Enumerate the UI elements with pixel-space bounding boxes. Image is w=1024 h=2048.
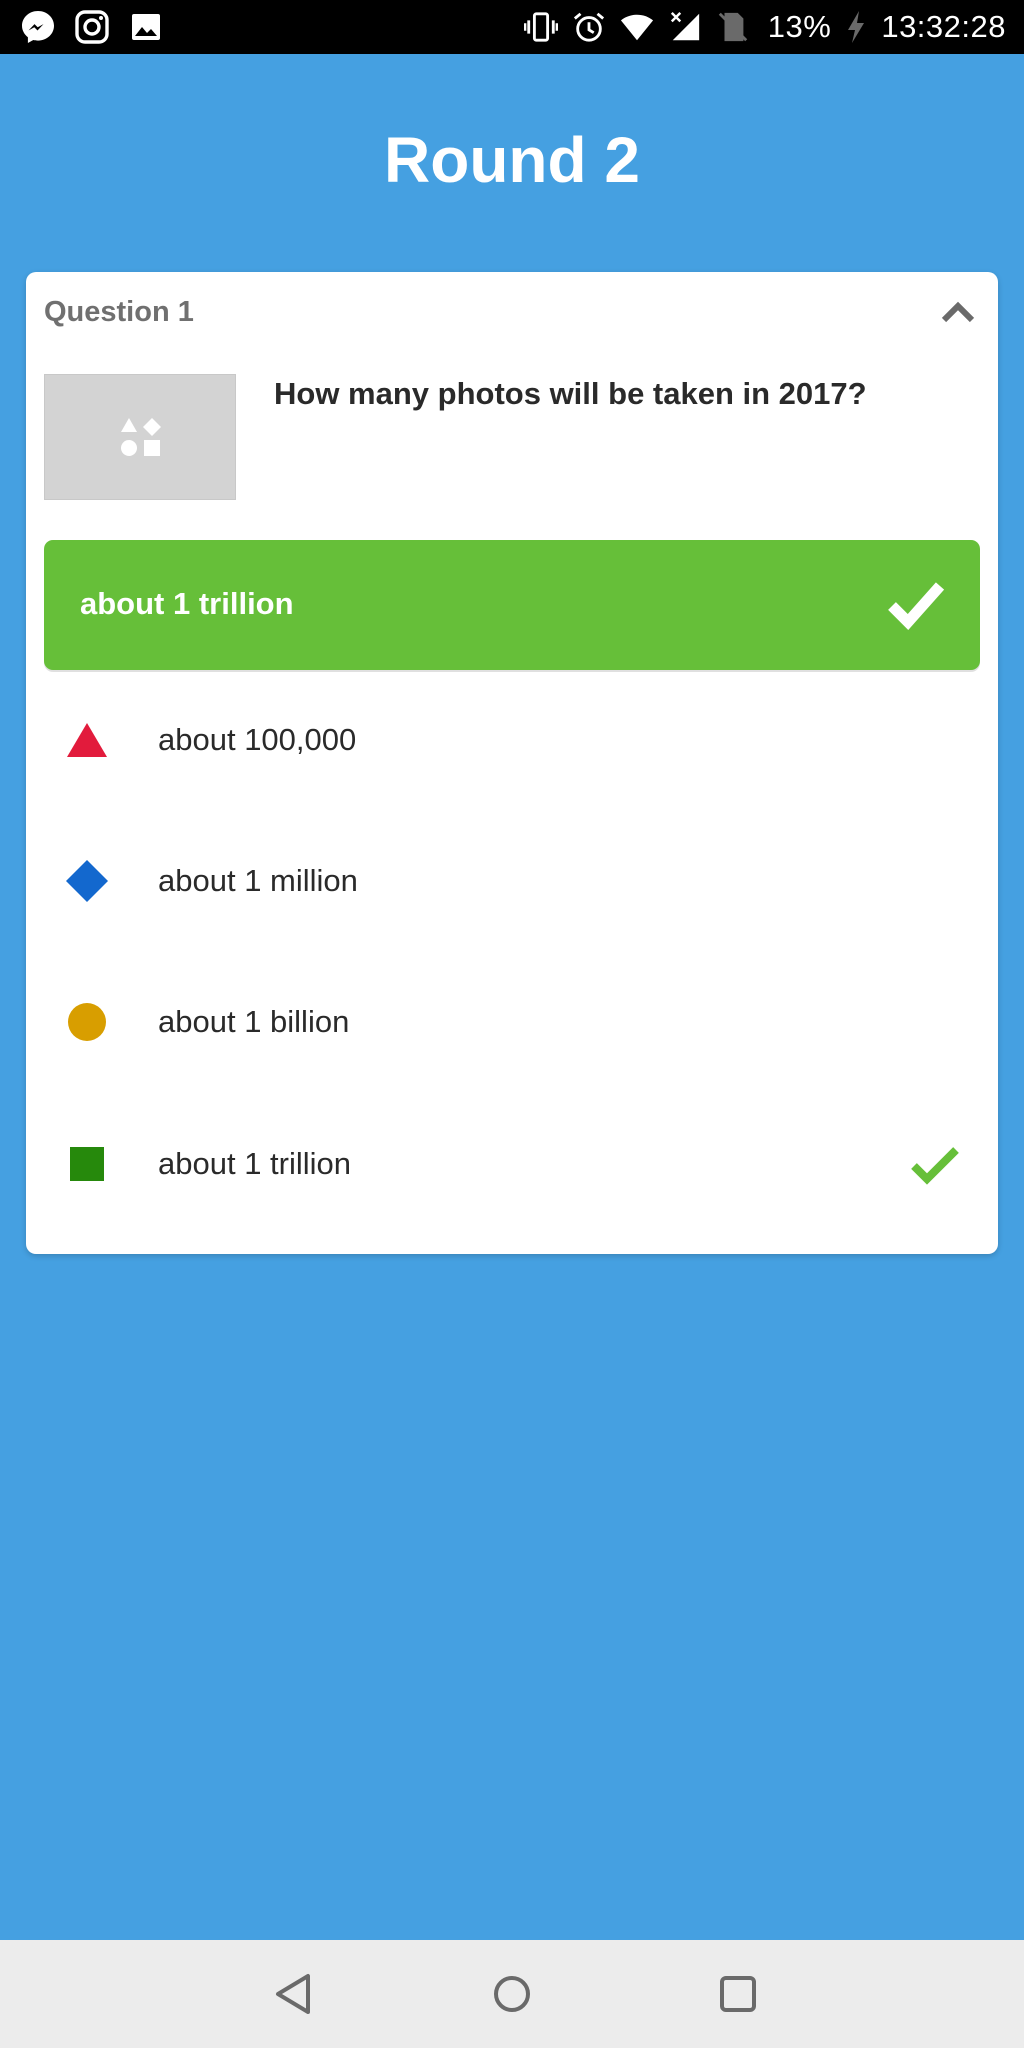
answer-text: about 1 trillion xyxy=(158,1146,352,1181)
chevron-up-icon[interactable] xyxy=(940,298,976,328)
navigation-bar xyxy=(0,1940,1024,2048)
signal-icon xyxy=(670,11,699,41)
status-bar: 13% 13:32:28 xyxy=(0,0,1024,54)
diamond-icon xyxy=(66,860,108,902)
back-icon[interactable] xyxy=(266,1966,322,2022)
instagram-icon xyxy=(75,10,109,44)
wifi-icon xyxy=(620,14,653,41)
question-number: Question 1 xyxy=(44,296,194,328)
answer-text: about 1 billion xyxy=(158,1004,350,1039)
clock: 13:32:28 xyxy=(881,9,1006,44)
vibrate-icon xyxy=(523,12,558,42)
question-text: How many photos will be taken in 2017? xyxy=(274,376,867,411)
question-card: Question 1 How many photos will be taken… xyxy=(26,272,998,1254)
gallery-icon xyxy=(132,14,160,40)
recents-icon[interactable] xyxy=(710,1966,766,2022)
correct-answer-text: about 1 trillion xyxy=(80,586,294,621)
charging-icon xyxy=(848,11,865,43)
battery-percentage: 13% xyxy=(767,9,832,44)
home-icon[interactable] xyxy=(484,1966,540,2022)
correct-answer-banner[interactable]: about 1 trillion xyxy=(44,540,980,670)
system-status: 13% 13:32:28 xyxy=(523,8,1006,46)
answer-option[interactable]: about 1 trillion xyxy=(44,1104,980,1224)
image-placeholder-shapes-icon xyxy=(121,418,161,456)
alarm-icon xyxy=(573,12,604,42)
question-image-placeholder xyxy=(44,374,236,500)
triangle-icon xyxy=(67,723,107,757)
square-icon xyxy=(70,1147,104,1181)
answer-option[interactable]: about 1 million xyxy=(44,821,980,941)
round-title: Round 2 xyxy=(384,124,640,196)
answer-text: about 1 million xyxy=(158,863,358,898)
checkmark-icon xyxy=(888,582,945,630)
answer-text: about 100,000 xyxy=(158,722,357,757)
notification-icons xyxy=(20,8,164,46)
answer-option[interactable]: about 100,000 xyxy=(44,680,980,800)
no-sim-icon xyxy=(718,12,748,42)
circle-icon xyxy=(68,1003,106,1041)
messenger-icon xyxy=(22,11,54,43)
answer-option[interactable]: about 1 billion xyxy=(44,962,980,1082)
correct-checkmark-icon xyxy=(911,1147,959,1185)
